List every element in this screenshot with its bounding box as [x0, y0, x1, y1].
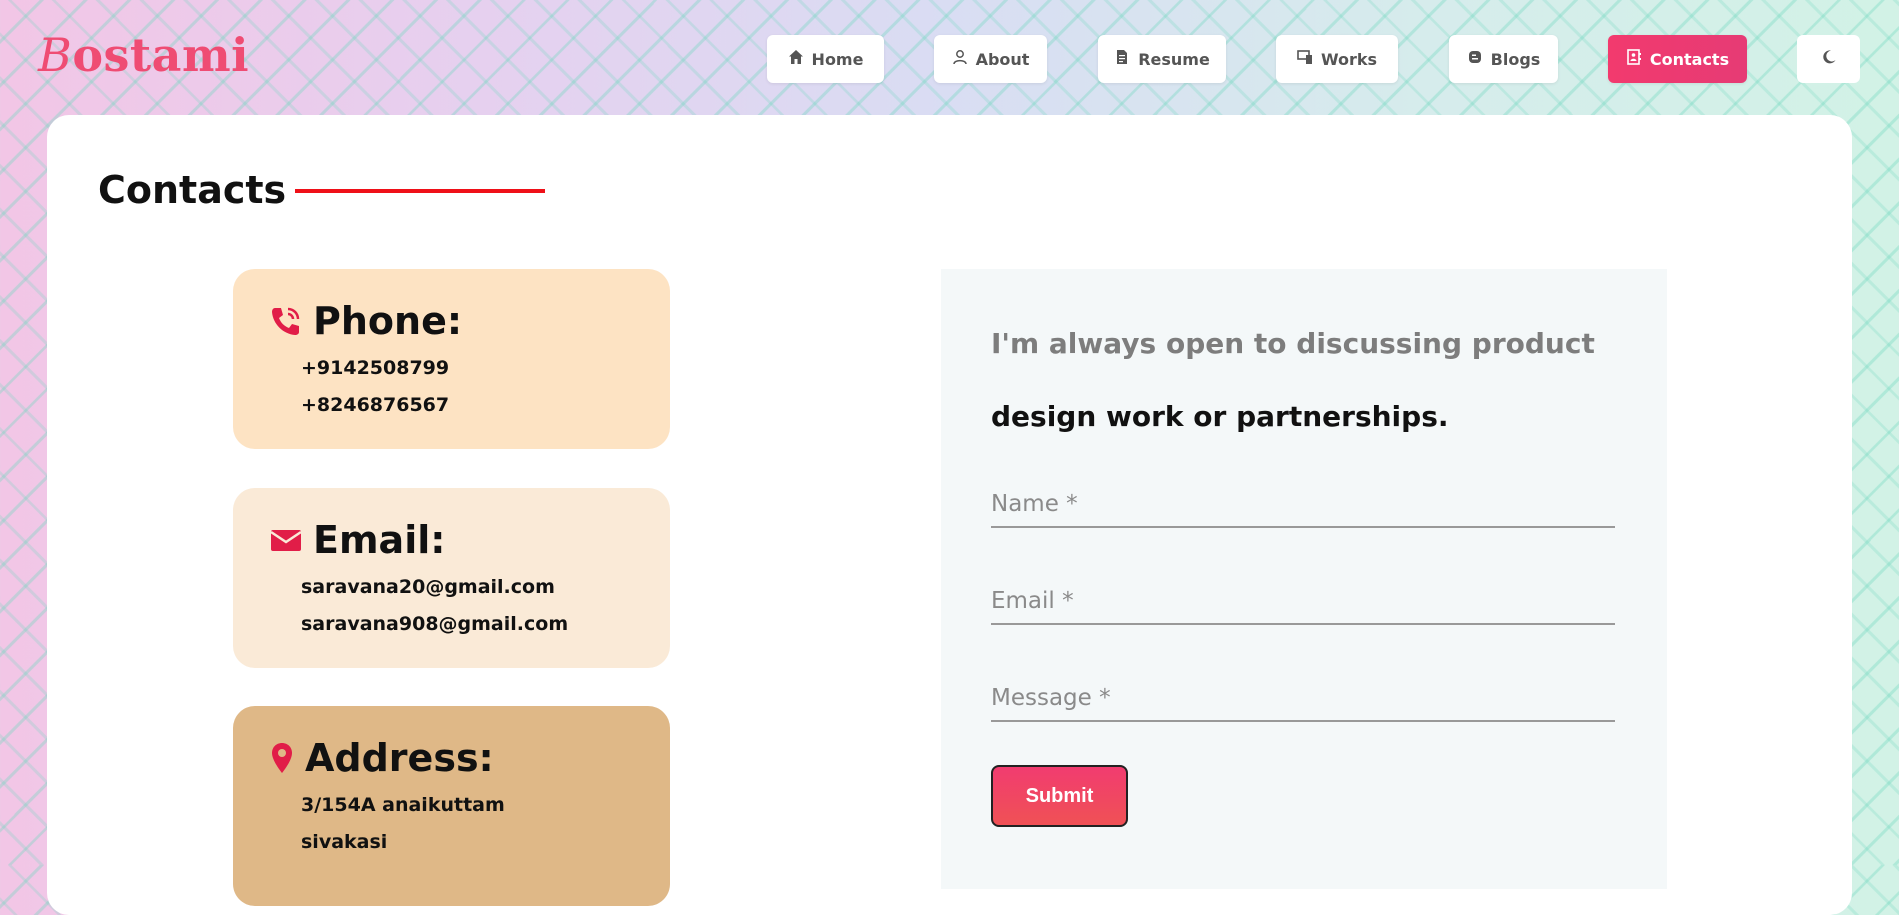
form-intro-line-2: design work or partnerships. — [991, 400, 1449, 433]
message-input[interactable] — [991, 676, 1615, 722]
address-line-2: sivakasi — [301, 831, 388, 853]
nav-works-label: Works — [1320, 49, 1378, 69]
nav-blogs-label: Blogs — [1490, 49, 1541, 69]
blog-icon — [1467, 49, 1483, 69]
nav-about-label: About — [975, 49, 1030, 69]
form-intro-line-1: I'm always open to discussing product — [991, 327, 1595, 360]
email-box: Email: saravana20@gmail.com saravana908@… — [233, 488, 670, 668]
name-input[interactable] — [991, 482, 1615, 528]
phone-box: Phone: +9142508799 +8246876567 — [233, 269, 670, 449]
page-title: Contacts — [98, 168, 287, 212]
address-box: Address: 3/154A anaikuttam sivakasi — [233, 706, 670, 906]
nav-works[interactable]: Works — [1276, 35, 1398, 83]
address-heading: Address: — [269, 736, 494, 780]
email-address-2[interactable]: saravana908@gmail.com — [301, 613, 568, 635]
works-icon — [1297, 49, 1313, 69]
location-pin-icon — [272, 743, 292, 773]
user-icon — [952, 49, 968, 69]
contacts-icon — [1626, 49, 1642, 69]
document-icon — [1114, 49, 1130, 69]
submit-button[interactable]: Submit — [991, 765, 1128, 827]
phone-icon — [272, 307, 300, 335]
phone-heading: Phone: — [269, 299, 462, 343]
email-address-1[interactable]: saravana20@gmail.com — [301, 576, 555, 598]
phone-number-1[interactable]: +9142508799 — [301, 357, 449, 379]
nav-home-label: Home — [811, 49, 864, 69]
address-line-1: 3/154A anaikuttam — [301, 794, 505, 816]
envelope-icon — [270, 530, 302, 551]
main-nav: Home About Resume Works Blogs Contacts — [0, 35, 1899, 83]
nav-about[interactable]: About — [934, 35, 1047, 83]
nav-contacts[interactable]: Contacts — [1608, 35, 1747, 83]
nav-contacts-label: Contacts — [1649, 49, 1730, 69]
address-heading-text: Address: — [305, 736, 494, 780]
nav-home[interactable]: Home — [767, 35, 884, 83]
title-underline — [295, 189, 545, 193]
nav-resume-label: Resume — [1138, 49, 1210, 69]
nav-blogs[interactable]: Blogs — [1449, 35, 1558, 83]
moon-icon — [1821, 49, 1837, 69]
phone-heading-text: Phone: — [313, 299, 463, 343]
email-input[interactable] — [991, 579, 1615, 625]
nav-resume[interactable]: Resume — [1098, 35, 1226, 83]
email-heading: Email: — [269, 518, 445, 562]
home-icon — [788, 49, 804, 69]
email-heading-text: Email: — [313, 518, 446, 562]
theme-toggle-button[interactable] — [1797, 35, 1860, 83]
phone-number-2[interactable]: +8246876567 — [301, 394, 449, 416]
